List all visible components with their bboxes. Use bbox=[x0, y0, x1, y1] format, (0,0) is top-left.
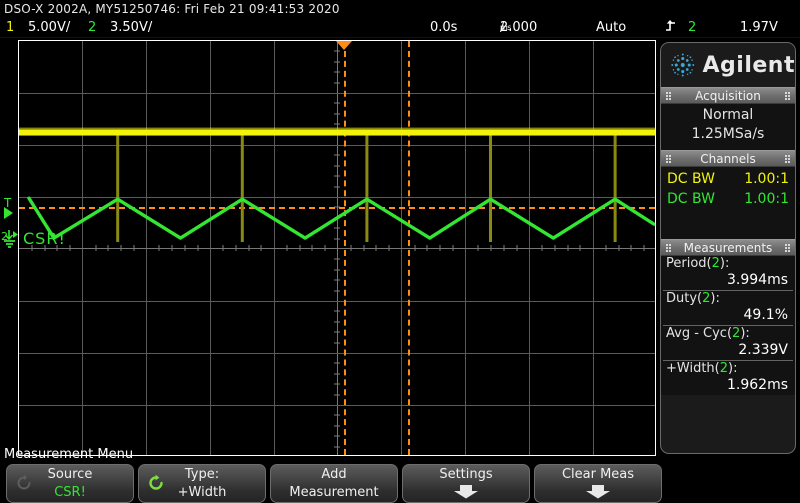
brand-header: Agilent bbox=[661, 43, 795, 87]
measurement-channel: 2 bbox=[711, 256, 720, 271]
ch2-trace bbox=[27, 196, 655, 240]
measurement-item[interactable]: +Width(2): 1.962ms bbox=[663, 361, 793, 395]
measurement-name: +Width( bbox=[666, 361, 720, 376]
section-header-acquisition[interactable]: Acquisition bbox=[661, 87, 795, 104]
softkey-source[interactable]: Source CSR! bbox=[6, 464, 134, 503]
measurement-name-end: ): bbox=[719, 256, 730, 271]
measurement-value: 3.994ms bbox=[726, 272, 788, 288]
grip-icon bbox=[666, 92, 671, 101]
ch2-probe-ratio: 1.00:1 bbox=[744, 191, 789, 207]
channels-title: Channels bbox=[700, 152, 756, 166]
status-trigger-mode[interactable]: Auto bbox=[596, 18, 626, 38]
trigger-level-marker[interactable] bbox=[4, 207, 13, 219]
softkey-add-label-1: Add bbox=[321, 467, 347, 482]
measurement-name: Duty( bbox=[666, 291, 703, 306]
ch1-coupling: DC BW bbox=[667, 171, 715, 187]
measurement-name: Avg - Cyc( bbox=[666, 326, 733, 341]
status-trigger-level[interactable]: 1.97V bbox=[740, 18, 778, 38]
measurement-name-end: ): bbox=[728, 361, 738, 376]
waveform-traces bbox=[19, 127, 655, 243]
status-ch2-scale[interactable]: 3.50V/ bbox=[110, 18, 152, 38]
measurement-label: Period(2): bbox=[666, 256, 790, 272]
measurements-body: Period(2): 3.994ms Duty(2): 49.1% Avg - … bbox=[661, 256, 795, 395]
measurement-name-end: ): bbox=[710, 291, 720, 306]
down-arrow-icon bbox=[583, 485, 613, 503]
grip-icon bbox=[785, 155, 790, 164]
measurement-item[interactable]: Period(2): 3.994ms bbox=[663, 256, 793, 291]
ch1-trace bbox=[19, 127, 655, 243]
grip-icon bbox=[785, 92, 790, 101]
grip-icon bbox=[785, 244, 790, 253]
softkey-add-label-2: Measurement bbox=[289, 485, 379, 500]
brand-name: Agilent bbox=[702, 52, 795, 78]
ch1-probe-ratio: 1.00:1 bbox=[744, 171, 789, 187]
measurement-item[interactable]: Duty(2): 49.1% bbox=[663, 291, 793, 326]
measurement-label: Duty(2): bbox=[666, 291, 790, 307]
measurement-label: Avg - Cyc(2): bbox=[666, 326, 790, 342]
instrument-info-line: DSO-X 2002A, MY51250746: Fri Feb 21 09:4… bbox=[4, 2, 340, 16]
menu-title: Measurement Menu bbox=[4, 447, 134, 462]
status-ch1-number[interactable]: 1 bbox=[6, 18, 14, 38]
channels-body: DC BW 1.00:1 DC BW 1.00:1 bbox=[661, 167, 795, 239]
measurement-label: +Width(2): bbox=[666, 361, 790, 377]
measurements-title: Measurements bbox=[683, 241, 773, 255]
softkey-type[interactable]: Type: +Width bbox=[138, 464, 266, 503]
measurement-value: 1.962ms bbox=[726, 377, 788, 393]
timebase-suffix: / bbox=[500, 20, 505, 35]
rotary-knob-icon-dim bbox=[15, 474, 33, 492]
acquisition-title: Acquisition bbox=[695, 89, 761, 103]
softkey-settings[interactable]: Settings bbox=[402, 464, 530, 503]
softkey-add-measurement[interactable]: Add Measurement bbox=[270, 464, 398, 503]
rising-edge-icon bbox=[664, 18, 678, 38]
acquisition-body: Normal 1.25MSa/s bbox=[661, 104, 795, 150]
measurement-item[interactable]: Avg - Cyc(2): 2.339V bbox=[663, 326, 793, 361]
measurement-value: 49.1% bbox=[743, 307, 788, 323]
status-trigger-source[interactable]: 2 bbox=[688, 18, 696, 38]
acquisition-mode: Normal bbox=[702, 107, 754, 123]
grip-icon bbox=[666, 244, 671, 253]
status-delay[interactable]: 0.0s bbox=[430, 18, 457, 38]
measurement-name-end: ): bbox=[740, 326, 750, 341]
agilent-logo-icon bbox=[671, 53, 695, 77]
oscilloscope-screen: DSO-X 2002A, MY51250746: Fri Feb 21 09:4… bbox=[0, 0, 800, 503]
down-arrow-icon bbox=[451, 485, 481, 503]
channel-row-1[interactable]: DC BW 1.00:1 bbox=[665, 169, 791, 189]
csr-overlay-label: CSR! bbox=[23, 229, 66, 248]
grip-icon bbox=[666, 155, 671, 164]
softkey-settings-label: Settings bbox=[439, 467, 493, 482]
section-header-channels[interactable]: Channels bbox=[661, 150, 795, 167]
rotary-knob-icon-active bbox=[147, 474, 165, 492]
waveform-display[interactable]: T 2 CSR! bbox=[1, 40, 656, 456]
ch2-coupling: DC BW bbox=[667, 191, 715, 207]
softkey-clear-label: Clear Meas bbox=[561, 467, 635, 482]
measurement-channel: 2 bbox=[719, 361, 729, 376]
ch2-ground-marker[interactable]: 2 bbox=[1, 229, 19, 251]
section-header-measurements[interactable]: Measurements bbox=[661, 239, 795, 256]
status-ch1-scale[interactable]: 5.00V/ bbox=[28, 18, 70, 38]
measurement-value: 2.339V bbox=[738, 342, 788, 358]
measurement-name: Period( bbox=[666, 256, 712, 271]
status-bar: 1 5.00V/ 2 3.50V/ 0.0s 2.000 ms / Auto 2 1… bbox=[0, 18, 800, 38]
softkey-clear-meas[interactable]: Clear Meas bbox=[534, 464, 662, 503]
right-sidebar: Agilent Acquisition Normal 1.25MSa/s Cha… bbox=[660, 42, 796, 454]
softkey-bar: Source CSR! Type: +Width Add Measurement… bbox=[0, 464, 800, 503]
channel-row-2[interactable]: DC BW 1.00:1 bbox=[665, 189, 791, 209]
acquisition-sample-rate: 1.25MSa/s bbox=[691, 126, 765, 142]
status-ch2-number[interactable]: 2 bbox=[88, 18, 96, 38]
